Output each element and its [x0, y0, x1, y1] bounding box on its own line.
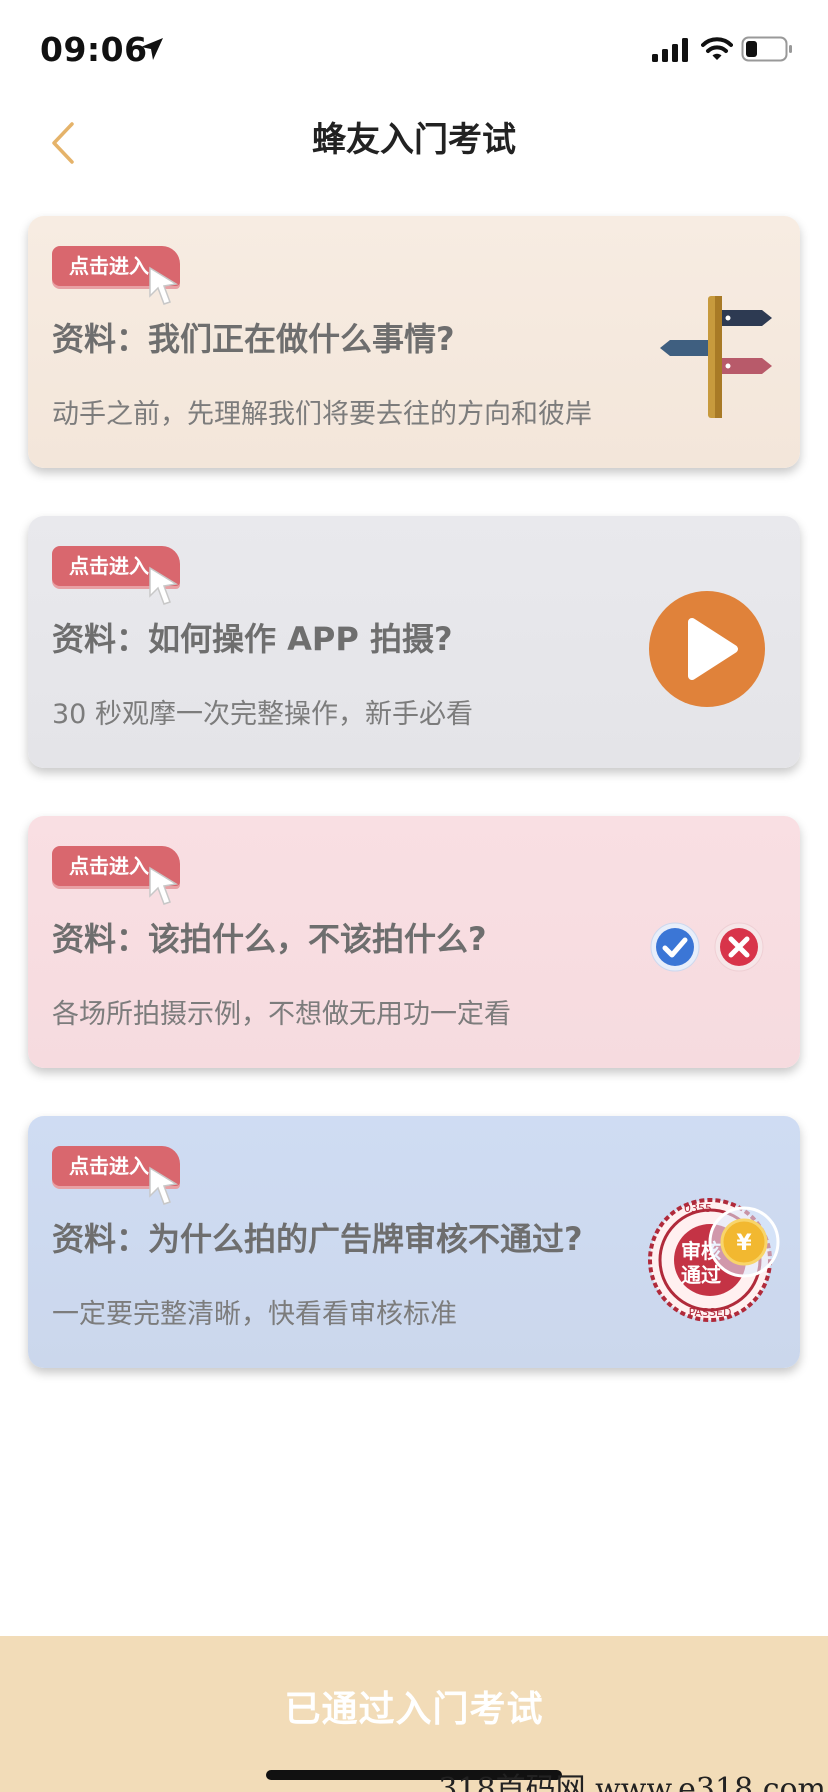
check-icon	[650, 922, 700, 972]
card-desc: 30 秒观摩一次完整操作，新手必看	[52, 699, 473, 730]
status-bar: 09:06	[0, 0, 828, 100]
watermark: 318首码网 www.e318.com	[438, 1772, 826, 1792]
stamp-number: 0355	[684, 1202, 712, 1215]
cross-icon	[714, 922, 764, 972]
card-what-to-shoot[interactable]: 点击进入 资料：该拍什么，不该拍什么? 各场所拍摄示例，不想做无用功一定看	[28, 816, 800, 1068]
card-title: 资料：如何操作 APP 拍摄?	[52, 620, 453, 658]
stamp-text-2: 通过	[681, 1263, 721, 1287]
card-desc: 各场所拍摄示例，不想做无用功一定看	[52, 999, 511, 1030]
card-desc: 动手之前，先理解我们将要去往的方向和彼岸	[52, 399, 592, 430]
card-title: 资料：为什么拍的广告牌审核不通过?	[52, 1220, 583, 1258]
status-time: 09:06	[40, 30, 148, 69]
card-review-failed[interactable]: 点击进入 资料：为什么拍的广告牌审核不通过? 一定要完整清晰，快看看审核标准 审…	[28, 1116, 800, 1368]
wifi-icon	[701, 37, 733, 60]
page-title: 蜂友入门考试	[312, 120, 516, 160]
cursor-icon	[149, 1166, 179, 1205]
card-title: 资料：该拍什么，不该拍什么?	[52, 920, 487, 958]
passed-exam-button[interactable]: 已通过入门考试	[0, 1680, 828, 1732]
card-how-to-shoot[interactable]: 点击进入 资料：如何操作 APP 拍摄? 30 秒观摩一次完整操作，新手必看	[28, 516, 800, 768]
play-icon[interactable]	[648, 590, 766, 708]
battery-icon	[741, 36, 792, 62]
cursor-icon	[149, 566, 179, 605]
card-title: 资料：我们正在做什么事情?	[52, 320, 455, 358]
signpost-icon	[660, 296, 772, 418]
card-what-we-do[interactable]: 点击进入 资料：我们正在做什么事情? 动手之前，先理解我们将要去往的方向和彼岸	[28, 216, 800, 468]
signal-icon	[652, 38, 688, 62]
coin-symbol: ¥	[736, 1231, 752, 1256]
passed-stamp-icon: 审核 通过 0355 PASSED ¥	[648, 1198, 780, 1322]
stamp-passed: PASSED	[689, 1306, 732, 1319]
card-desc: 一定要完整清晰，快看看审核标准	[52, 1299, 457, 1330]
cursor-icon	[149, 266, 179, 305]
bottom-bar: 已通过入门考试 318首码网 www.e318.com	[0, 1636, 828, 1792]
location-arrow-icon	[141, 38, 163, 60]
cursor-icon	[149, 866, 179, 905]
